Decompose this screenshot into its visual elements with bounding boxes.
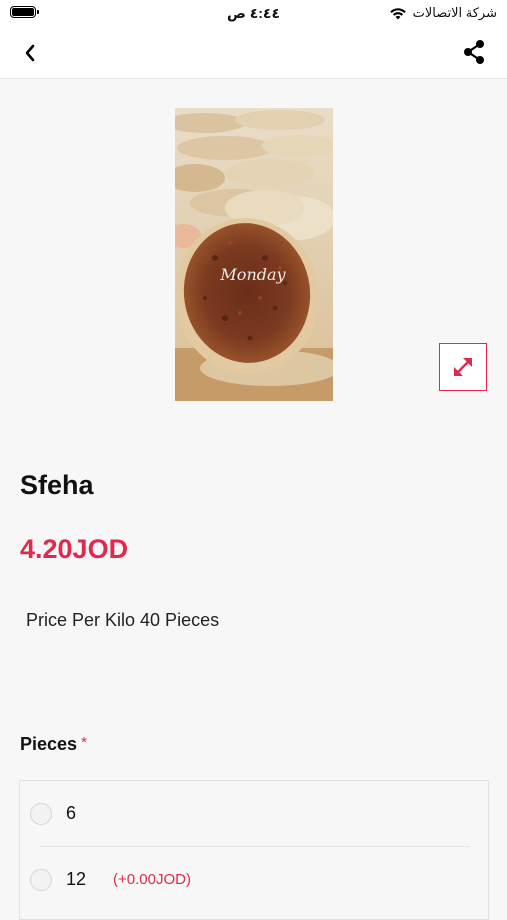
required-marker: * <box>81 734 87 751</box>
option-label: 6 <box>66 803 77 823</box>
radio-button[interactable] <box>30 869 52 891</box>
product-description: Price Per Kilo 40 Pieces <box>26 610 220 630</box>
options-list: 6 12 (+0.00JOD) <box>19 780 489 920</box>
option-price-extra: (+0.00JOD) <box>113 871 191 888</box>
chevron-left-icon <box>25 44 35 62</box>
option-divider <box>40 846 470 847</box>
expand-image-button[interactable] <box>439 343 487 391</box>
radio-button[interactable] <box>30 803 52 825</box>
carrier-name: شركة الاتصالات <box>412 5 497 20</box>
option-item-6[interactable]: 6 <box>20 783 488 847</box>
option-group-title: Pieces * <box>20 734 87 755</box>
wifi-icon <box>389 8 406 20</box>
expand-arrows-icon <box>454 358 472 376</box>
product-name: Sfeha <box>20 470 94 500</box>
share-icon <box>464 40 484 64</box>
sfeha-photo: Monday <box>175 108 333 401</box>
nav-bar <box>0 28 507 79</box>
image-watermark: Monday <box>219 265 286 284</box>
carrier-info: شركة الاتصالات <box>389 5 497 21</box>
product-price: 4.20JOD <box>20 534 129 564</box>
option-label: 12 <box>66 869 87 889</box>
product-image[interactable]: Monday <box>175 108 333 401</box>
share-button[interactable] <box>461 39 487 65</box>
option-group-label: Pieces <box>20 734 78 754</box>
back-button[interactable] <box>18 40 42 66</box>
status-bar: ٤:٤٤ ص شركة الاتصالات <box>0 0 507 28</box>
option-item-12[interactable]: 12 (+0.00JOD) <box>20 849 488 909</box>
